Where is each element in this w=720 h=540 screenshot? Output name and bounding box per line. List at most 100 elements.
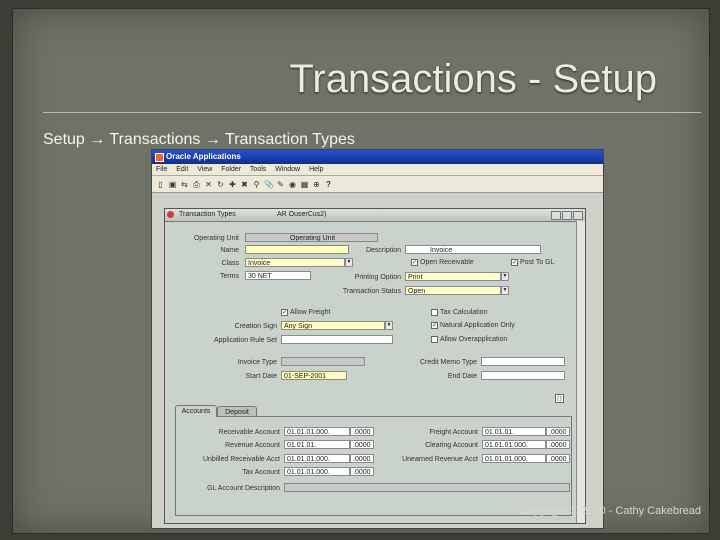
creation-sign-dropdown-icon[interactable]: ▼ (385, 321, 393, 330)
printing-option-field[interactable]: Print (405, 272, 501, 281)
unearned-revenue-field[interactable]: 01.01.01.000. (482, 454, 546, 463)
allow-overapplication-label: Allow Overapplication (440, 336, 508, 343)
freight-account-field[interactable]: 01.01.01. (482, 427, 546, 436)
app-titlebar: Oracle Applications (152, 150, 603, 164)
terms-field[interactable]: 30 NET (245, 271, 311, 280)
slide: Transactions - Setup Setup → Transaction… (12, 8, 710, 534)
open-icon[interactable]: ▯ (156, 180, 165, 189)
attachments-icon[interactable]: 📎 (264, 180, 274, 189)
credit-memo-type-label: Credit Memo Type (419, 359, 477, 366)
save-icon[interactable]: ▣ (168, 180, 177, 189)
transaction-status-field[interactable]: Open (405, 286, 501, 295)
print-icon[interactable]: ⎙ (192, 180, 201, 189)
application-rule-field[interactable] (281, 335, 393, 344)
open-receivable-checkbox[interactable]: ✓ (411, 259, 418, 266)
help-icon[interactable]: ? (324, 180, 333, 189)
menu-help[interactable]: Help (309, 166, 323, 173)
menu-view[interactable]: View (197, 166, 212, 173)
post-to-gl-checkbox[interactable]: ✓ (511, 259, 518, 266)
open-receivable-label: Open Receivable (420, 259, 474, 266)
menu-tools[interactable]: Tools (250, 166, 266, 173)
oracle-app-window: Oracle Applications File Edit View Folde… (151, 149, 604, 529)
tab-accounts[interactable]: Accounts (175, 405, 217, 417)
description-field[interactable]: Invoice (405, 245, 541, 254)
tax-calculation-label: Tax Calculation (440, 309, 488, 316)
allow-freight-label: Allow Freight (290, 309, 331, 316)
end-date-field[interactable] (481, 371, 565, 380)
name-field[interactable] (245, 245, 349, 254)
revenue-account-field[interactable]: 01.01.01. (284, 440, 350, 449)
class-field[interactable]: Invoice (245, 258, 345, 267)
new-icon[interactable]: ✚ (228, 180, 237, 189)
find-icon[interactable]: ⚲ (252, 180, 261, 189)
name-label: Name (220, 247, 239, 254)
class-label: Class (221, 260, 239, 267)
credit-memo-type-field[interactable] (481, 357, 565, 366)
accounts-tab-panel: Receivable Account 01.01.01.000. .0000 R… (175, 416, 572, 516)
form-title: Transaction Types (179, 211, 236, 218)
transaction-types-form: Transaction Types AR OuserCus2) Operatin… (164, 208, 586, 524)
switch-icon[interactable]: ⇆ (180, 180, 189, 189)
natural-application-label: Natural Application Only (440, 322, 515, 329)
receivable-account-suffix[interactable]: .0000 (350, 427, 374, 436)
terms-label: Terms (219, 273, 239, 280)
unearned-revenue-suffix[interactable]: .0000 (546, 454, 570, 463)
unearned-revenue-label: Unearned Revenue Acct (402, 456, 478, 463)
receivable-account-label: Receivable Account (218, 429, 280, 436)
transaction-status-dropdown-icon[interactable]: ▼ (501, 286, 509, 295)
menu-file[interactable]: File (156, 166, 167, 173)
allow-overapplication-checkbox[interactable] (431, 336, 438, 343)
form-titlebar: Transaction Types AR OuserCus2) (165, 209, 585, 222)
menu-bar: File Edit View Folder Tools Window Help (152, 164, 603, 176)
descriptive-flexfield[interactable]: [ ] (555, 394, 564, 403)
class-dropdown-icon[interactable]: ▼ (345, 258, 353, 267)
window-close-icon[interactable] (573, 211, 583, 220)
form-close-icon[interactable] (167, 211, 174, 218)
form-scrollbar[interactable] (576, 221, 585, 523)
toolbar: ▯ ▣ ⇆ ⎙ ✕ ↻ ✚ ✖ ⚲ 📎 ✎ ◉ ▦ ⊕ ? (152, 176, 603, 193)
folder-icon[interactable]: ▦ (300, 180, 309, 189)
freight-account-label: Freight Account (429, 429, 478, 436)
maximize-icon[interactable] (562, 211, 572, 220)
tax-account-label: Tax Account (242, 469, 280, 476)
freight-account-suffix[interactable]: .0000 (546, 427, 570, 436)
close-icon[interactable]: ✕ (204, 180, 213, 189)
tax-account-field[interactable]: 01.01.01.000. (284, 467, 350, 476)
invoice-type-label: Invoice Type (237, 359, 277, 366)
clearing-account-field[interactable]: 01.01.01.000. (482, 440, 546, 449)
gl-description-label: GL Account Description (207, 485, 280, 492)
menu-folder[interactable]: Folder (221, 166, 241, 173)
revenue-account-suffix[interactable]: .0000 (350, 440, 374, 449)
revenue-account-label: Revenue Account (225, 442, 280, 449)
app-title: Oracle Applications (166, 152, 241, 161)
tax-account-suffix[interactable]: .0000 (350, 467, 374, 476)
unbilled-receivable-field[interactable]: 01.01.01.000. (284, 454, 350, 463)
operating-unit-field[interactable]: Operating Unit (245, 233, 378, 242)
clearing-account-suffix[interactable]: .0000 (546, 440, 570, 449)
transaction-status-label: Transaction Status (342, 288, 401, 295)
creation-sign-label: Creation Sign (234, 323, 277, 330)
description-label: Description (365, 247, 401, 254)
allow-freight-checkbox[interactable]: ✓ (281, 309, 288, 316)
creation-sign-field[interactable]: Any Sign (281, 321, 385, 330)
start-date-field[interactable]: 01-SEP-2001 (281, 371, 347, 380)
zoom-icon[interactable]: ⊕ (312, 180, 321, 189)
menu-edit[interactable]: Edit (176, 166, 188, 173)
unbilled-receivable-suffix[interactable]: .0000 (350, 454, 374, 463)
operating-unit-label: Operating Unit (193, 235, 239, 242)
start-date-label: Start Date (245, 373, 277, 380)
delete-icon[interactable]: ✖ (240, 180, 249, 189)
printing-option-label: Printing Option (354, 274, 401, 281)
clearing-account-label: Clearing Account (425, 442, 478, 449)
copyright: Copyright © 2010 - Cathy Cakebread (519, 505, 701, 517)
minimize-icon[interactable] (551, 211, 561, 220)
receivable-account-field[interactable]: 01.01.01.000. (284, 427, 350, 436)
refresh-icon[interactable]: ↻ (216, 180, 225, 189)
menu-window[interactable]: Window (275, 166, 300, 173)
printing-option-dropdown-icon[interactable]: ▼ (501, 272, 509, 281)
natural-application-checkbox[interactable]: ✓ (431, 322, 438, 329)
invoice-type-field[interactable] (281, 357, 365, 366)
edit-icon[interactable]: ✎ (276, 180, 285, 189)
translate-icon[interactable]: ◉ (288, 180, 297, 189)
tax-calculation-checkbox[interactable] (431, 309, 438, 316)
